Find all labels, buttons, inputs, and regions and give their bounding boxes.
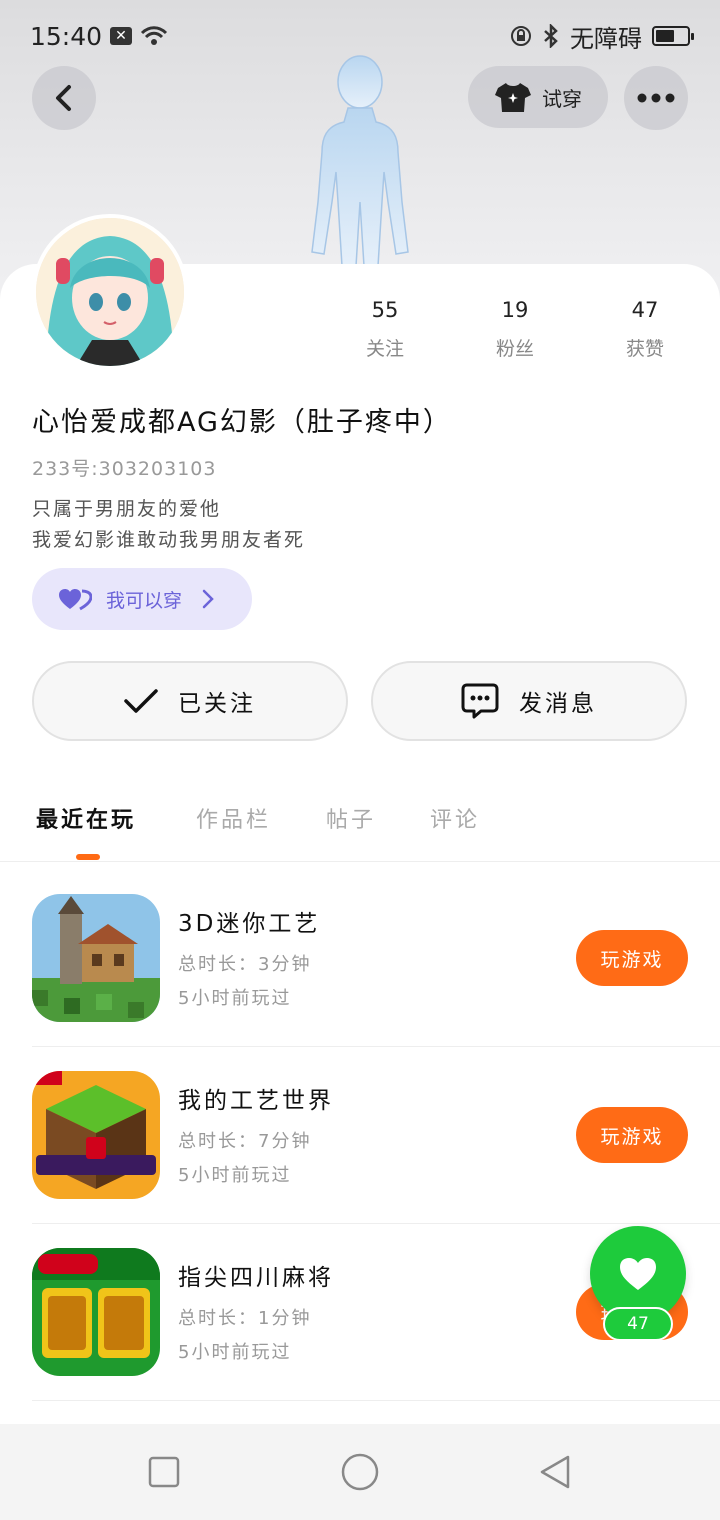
stat-following[interactable]: 55 关注 [320,298,450,361]
heart-icon [620,1258,656,1290]
stat-likes[interactable]: 47 获赞 [580,298,710,361]
game-name: 我的工艺世界 [178,1088,334,1114]
game-list-item[interactable]: 我的工艺世界 总时长：7分钟 5小时前玩过 玩游戏 [0,1047,720,1224]
send-message-label: 发消息 [519,691,597,717]
game-duration: 总时长：7分钟 [178,1131,312,1152]
back-button[interactable] [32,66,96,130]
profile-nickname: 心怡爱成都AG幻影（肚子疼中） [32,407,452,438]
game-name: 指尖四川麻将 [178,1265,334,1291]
stat-value: 19 [501,298,529,322]
game-duration: 总时长：1分钟 [178,1308,312,1329]
checkmark-icon [124,689,158,713]
chevron-left-icon [56,85,71,111]
tab-works[interactable]: 作品栏 [196,802,271,834]
followed-label: 已关注 [178,691,256,717]
profile-tabs: 最近在玩 作品栏 帖子 评论 [0,790,720,862]
bluetooth-icon [544,24,558,48]
status-time: 15:40 [30,21,103,51]
game-last-played: 5小时前玩过 [178,1342,292,1363]
game-name: 3D迷你工艺 [178,911,321,937]
tab-posts[interactable]: 帖子 [326,802,376,834]
wifi-icon [140,26,168,45]
profile-stats: 55 关注 19 粉丝 47 获赞 [320,298,710,361]
chevron-right-icon [202,589,214,609]
play-game-button[interactable]: 玩游戏 [576,1107,688,1163]
stat-value: 47 [631,298,659,322]
game-icon-3d-mini-craft [32,894,160,1022]
recent-apps-icon[interactable] [148,1456,180,1488]
profile-uid[interactable]: 233号:303203103 [32,454,216,481]
chat-bubble-icon [461,683,499,719]
tshirt-icon [495,83,531,112]
battery-icon [652,26,694,46]
notification-icon: ✕ [110,27,133,45]
profile-avatar[interactable] [32,214,188,370]
send-message-button[interactable]: 发消息 [371,661,687,741]
game-last-played: 5小时前玩过 [178,988,292,1009]
bio-line: 只属于男朋友的爱他 [32,498,222,520]
more-dots-icon [637,93,675,103]
tab-comments[interactable]: 评论 [430,802,480,834]
game-duration: 总时长：3分钟 [178,954,312,975]
bio-line: 我爱幻影谁敢动我男朋友者死 [32,529,306,551]
game-icon-lokicraft [32,1071,160,1199]
stat-label: 关注 [365,338,404,360]
accessibility-text: 无障碍 [570,24,642,53]
game-last-played: 5小时前玩过 [178,1165,292,1186]
stat-fans[interactable]: 19 粉丝 [450,298,580,361]
play-game-button[interactable]: 玩游戏 [576,930,688,986]
stat-label: 粉丝 [495,338,534,360]
active-tab-indicator [76,854,100,860]
like-count-badge: 47 [603,1307,673,1341]
back-nav-icon[interactable] [538,1454,572,1490]
followed-button[interactable]: 已关注 [32,661,348,741]
profile-bio: 只属于男朋友的爱他 我爱幻影谁敢动我男朋友者死 [32,494,305,556]
system-navigation-bar [0,1424,720,1520]
dressup-avatar-figure[interactable] [298,52,422,266]
dressup-tag-button[interactable]: 我可以穿 [32,568,252,630]
stat-value: 55 [371,298,399,322]
game-list-item[interactable]: 3D迷你工艺 总时长：3分钟 5小时前玩过 玩游戏 [0,870,720,1047]
more-options-button[interactable] [624,66,688,130]
divider [32,1400,720,1401]
try-on-button[interactable]: 试穿 [468,66,608,128]
game-icon-sichuan-mahjong [32,1248,160,1376]
stat-label: 获赞 [625,338,664,360]
double-heart-icon [59,589,92,611]
status-bar: 15:40 ✕ 无障碍 [0,0,720,72]
tag-label: 我可以穿 [106,589,183,612]
home-icon[interactable] [340,1452,380,1492]
try-on-label: 试穿 [542,86,582,111]
tab-recently-played[interactable]: 最近在玩 [36,802,136,834]
anime-avatar-image [36,218,184,366]
lock-rotation-icon [511,26,531,46]
